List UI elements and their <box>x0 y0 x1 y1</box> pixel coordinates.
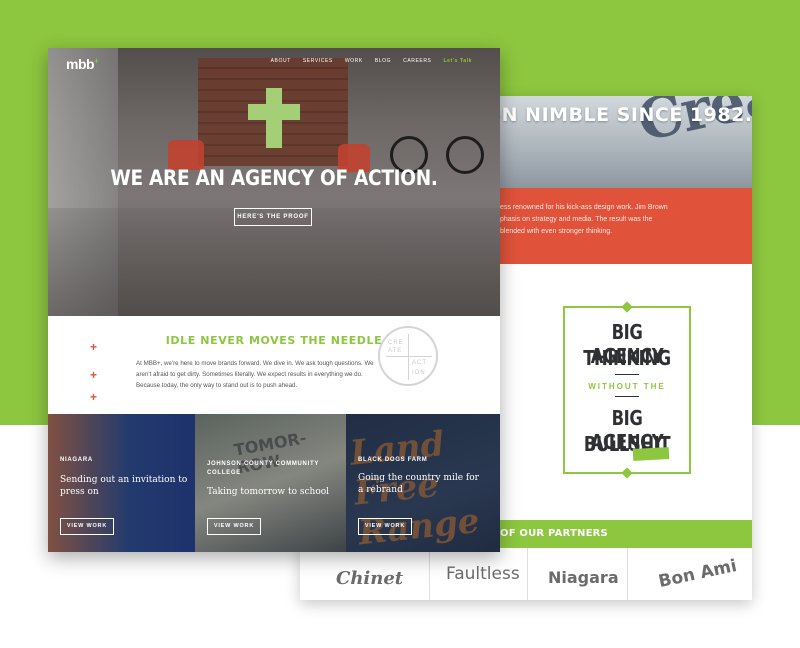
partner-logos: Chinet Faultless Niagara Bon Ami <box>300 548 752 600</box>
intro-section: + + + CRE ATE ACT ION IDLE NEVER MOVES T… <box>48 316 500 414</box>
about-text-line: ess renowned for his kick-ass design wor… <box>500 204 668 211</box>
nav-blog[interactable]: BLOG <box>375 58 391 64</box>
tile-client: NIAGARA <box>60 457 93 463</box>
badge-censor-swash <box>632 447 670 461</box>
partner-name: Niagara <box>548 568 619 587</box>
badge-line: THINKING <box>583 346 671 370</box>
tile-headline: Going the country mile for a rebrand <box>358 473 479 495</box>
tile-client: BLACK DOGS FARM <box>358 457 428 463</box>
about-text-line: phasis on strategy and media. The result… <box>500 216 653 223</box>
tile-client: JOHNSON COUNTY COMMUNITY COLLEGE <box>207 461 319 476</box>
work-tile-niagara[interactable]: NIAGARA Sending out an invitation to pre… <box>48 414 195 552</box>
partner-name: Chinet <box>336 568 404 589</box>
intro-text-line: Because today, the only way to stand out… <box>136 382 298 389</box>
partner-logo-bon-ami[interactable]: Bon Ami <box>628 548 752 600</box>
tile-headline: Taking tomorrow to school <box>207 487 330 497</box>
work-tile-black-dogs-farm[interactable]: Land Free Range BLACK DOGS FARM Going th… <box>346 414 500 552</box>
view-work-button[interactable]: VIEW WORK <box>358 518 412 535</box>
partners-heading: OF OUR PARTNERS <box>500 528 608 539</box>
partner-logo-faultless[interactable]: Faultless <box>430 548 528 600</box>
red-plus-icon: + <box>90 390 98 404</box>
view-work-button[interactable]: VIEW WORK <box>60 518 114 535</box>
badge-diamond-top <box>621 301 633 313</box>
view-work-button[interactable]: VIEW WORK <box>207 518 261 535</box>
main-nav: ABOUT SERVICES WORK BLOG CAREERS Let's T… <box>271 58 472 64</box>
intro-text-line: aren't afraid to get dirty. Sometimes li… <box>136 371 363 378</box>
big-agency-badge: BIG AGENCY THINKING WITHOUT THE BIG AGEN… <box>563 301 691 479</box>
badge-diamond-bottom <box>621 467 633 479</box>
nav-work[interactable]: WORK <box>345 58 363 64</box>
red-plus-icon: + <box>90 368 98 382</box>
intro-heading: IDLE NEVER MOVES THE NEEDLE <box>165 334 383 347</box>
work-tiles: NIAGARA Sending out an invitation to pre… <box>48 414 500 552</box>
front-page-mockup: mbb+ ABOUT SERVICES WORK BLOG CAREERS Le… <box>48 48 500 552</box>
nav-services[interactable]: SERVICES <box>303 58 333 64</box>
plus-sign-icon-bar <box>248 104 300 120</box>
logo-text: mbb <box>66 56 95 72</box>
intro-text-line: At MBB+, we're here to move brands forwa… <box>136 360 374 367</box>
partner-logo-chinet[interactable]: Chinet <box>300 548 430 600</box>
nav-lets-talk[interactable]: Let's Talk <box>444 58 473 64</box>
about-text-line: blended with even stronger thinking. <box>500 228 613 235</box>
logo-plus: + <box>94 56 99 66</box>
about-hero-title: ON NIMBLE SINCE 1982. <box>485 104 752 126</box>
stamp-line <box>386 356 432 357</box>
badge-without: WITHOUT THE <box>588 382 666 391</box>
partner-logo-niagara[interactable]: Niagara <box>528 548 628 600</box>
partner-name: Bon Ami <box>656 555 739 593</box>
nav-about[interactable]: ABOUT <box>271 58 291 64</box>
mbb-logo[interactable]: mbb+ <box>66 56 99 72</box>
partner-name: Faultless <box>446 564 520 584</box>
nav-careers[interactable]: CAREERS <box>403 58 431 64</box>
badge-rule <box>615 396 639 397</box>
badge-rule <box>615 374 639 375</box>
home-hero: mbb+ ABOUT SERVICES WORK BLOG CAREERS Le… <box>48 48 500 316</box>
stamp-text: ATE <box>388 348 403 354</box>
tile-headline: Sending out an invitation to press on <box>60 475 188 497</box>
work-tile-jccc[interactable]: TOMOR- ROW JOHNSON COUNTY COMMUNITY COLL… <box>195 414 346 552</box>
heres-the-proof-button[interactable]: HERE'S THE PROOF <box>234 208 312 226</box>
hero-title: WE ARE AN AGENCY OF ACTION. <box>110 166 438 190</box>
